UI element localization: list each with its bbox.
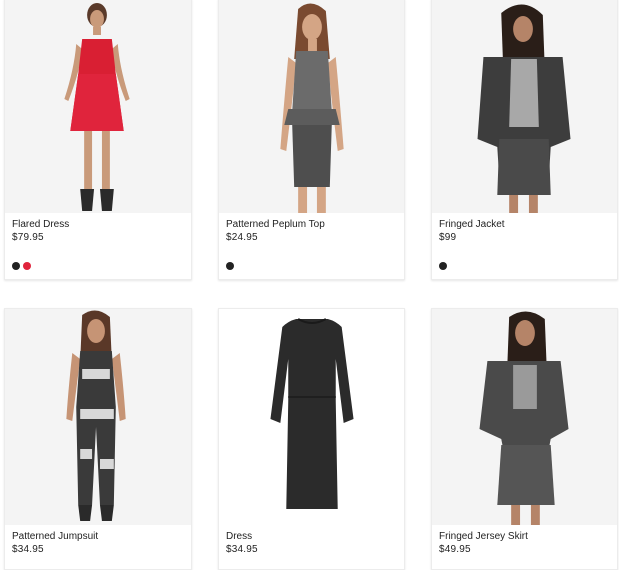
- product-card[interactable]: Patterned Peplum Top $24.95: [218, 0, 405, 280]
- color-swatches: [12, 262, 31, 270]
- product-card[interactable]: Fringed Jacket $99: [431, 0, 618, 280]
- color-swatch-black[interactable]: [439, 262, 447, 270]
- product-price: $34.95: [226, 544, 258, 555]
- product-image-jumpsuit[interactable]: [5, 309, 191, 525]
- product-price: $99: [439, 232, 457, 243]
- color-swatch-black[interactable]: [226, 262, 234, 270]
- product-grid: Flared Dress $79.95 Patterned Peplum Top…: [0, 0, 619, 570]
- color-swatches: [226, 262, 234, 270]
- product-price: $24.95: [226, 232, 258, 243]
- product-image-flared-dress[interactable]: [5, 0, 191, 213]
- product-name[interactable]: Patterned Jumpsuit: [12, 531, 98, 542]
- product-price: $34.95: [12, 544, 44, 555]
- color-swatch-red[interactable]: [23, 262, 31, 270]
- color-swatches: [439, 262, 447, 270]
- product-price: $49.95: [439, 544, 471, 555]
- product-image-jersey-skirt[interactable]: [432, 309, 617, 525]
- color-swatch-black[interactable]: [12, 262, 20, 270]
- product-image-fringed-jacket[interactable]: [432, 0, 617, 213]
- product-price: $79.95: [12, 232, 44, 243]
- product-name[interactable]: Fringed Jersey Skirt: [439, 531, 528, 542]
- product-name[interactable]: Patterned Peplum Top: [226, 219, 325, 230]
- product-name[interactable]: Flared Dress: [12, 219, 69, 230]
- product-card[interactable]: Flared Dress $79.95: [4, 0, 192, 280]
- product-image-peplum-top[interactable]: [219, 0, 404, 213]
- product-name[interactable]: Fringed Jacket: [439, 219, 505, 230]
- product-name[interactable]: Dress: [226, 531, 252, 542]
- product-image-black-dress[interactable]: [219, 309, 404, 525]
- product-card[interactable]: Patterned Jumpsuit $34.95: [4, 308, 192, 570]
- product-card[interactable]: Fringed Jersey Skirt $49.95: [431, 308, 618, 570]
- product-card[interactable]: Dress $34.95: [218, 308, 405, 570]
